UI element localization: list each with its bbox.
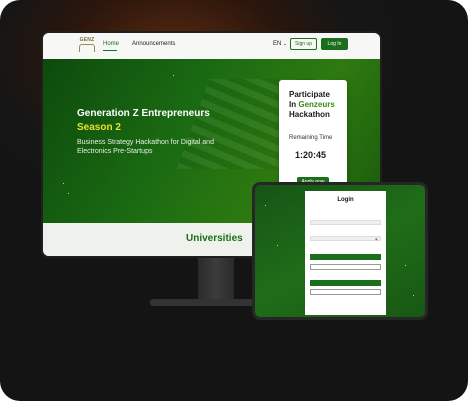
sparkle-dot (173, 75, 174, 76)
monitor-stand-neck (198, 258, 234, 300)
login-title: Login (337, 197, 354, 203)
sparkle-dot (277, 245, 278, 246)
username-field[interactable] (310, 220, 381, 225)
tablet-screen: Login ◉ (255, 185, 425, 317)
countdown-heading-prefix: In (289, 100, 299, 109)
tablet-device: Login ◉ (252, 182, 428, 320)
sparkle-dot (63, 183, 64, 184)
countdown-heading-line1: Participate (289, 90, 330, 99)
hero-title: Generation Z Entrepreneurs (77, 108, 210, 119)
universities-heading: Universities (186, 233, 243, 244)
countdown-heading-highlight: Genzeurs (298, 100, 335, 109)
nav-home-link[interactable]: Home (103, 41, 119, 47)
create-account-button[interactable] (310, 264, 381, 270)
hero-season: Season 2 (77, 122, 121, 133)
top-navbar: GENZ Home Announcements EN ⌄ Sign up Log… (43, 33, 380, 59)
login-button[interactable]: Log In (321, 38, 348, 50)
sparkle-dot (405, 265, 406, 266)
password-field[interactable] (310, 236, 381, 241)
countdown-heading-line3: Hackathon (289, 110, 330, 119)
sparkle-dot (68, 193, 69, 194)
genz-logo[interactable]: GENZ (76, 37, 98, 55)
logo-text: GENZ (79, 37, 95, 43)
microsoft-login-button[interactable] (310, 280, 381, 286)
sparkle-dot (413, 295, 414, 296)
hero-subtitle: Business Strategy Hackathon for Digital … (77, 139, 214, 155)
countdown-timer: 1:20:45 (295, 150, 327, 160)
nav-announcements-link[interactable]: Announcements (132, 41, 175, 47)
login-panel: Login ◉ (305, 191, 386, 315)
signup-button[interactable]: Sign up (290, 38, 317, 50)
tablet-login-button[interactable] (310, 254, 381, 260)
remaining-time-label: Remaining Time (289, 135, 333, 141)
language-selector[interactable]: EN ⌄ (273, 41, 287, 47)
google-login-button[interactable] (310, 289, 381, 295)
chevron-down-icon: ⌄ (281, 41, 287, 47)
countdown-heading-line2: In Genzeurs (289, 100, 335, 109)
promo-card: GENZ Home Announcements EN ⌄ Sign up Log… (0, 0, 468, 401)
countdown-card: Participate In Genzeurs Hackathon Remain… (279, 80, 347, 188)
eye-icon[interactable]: ◉ (375, 237, 378, 241)
sparkle-dot (265, 205, 266, 206)
logo-mark-icon (79, 44, 95, 52)
nav-active-underline (103, 50, 117, 51)
